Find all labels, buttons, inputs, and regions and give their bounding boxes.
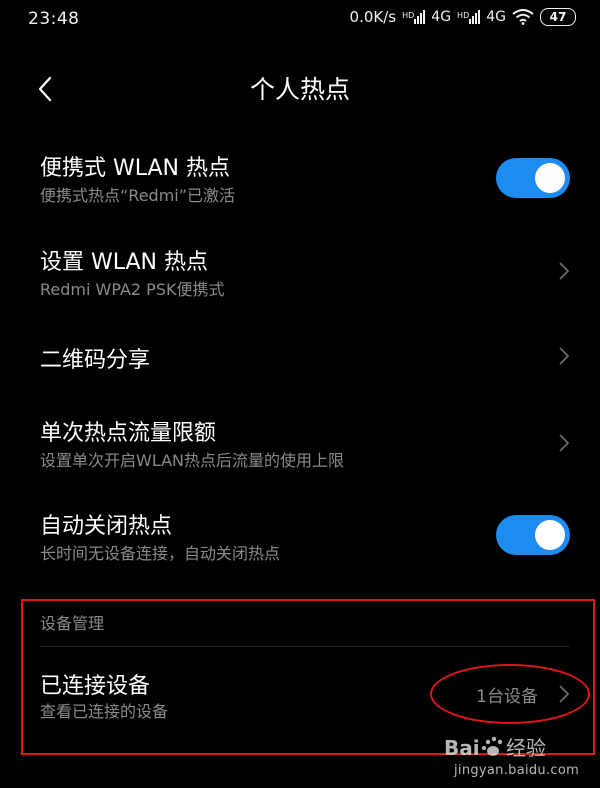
page-header: 个人热点: [0, 60, 600, 120]
auto-off-toggle[interactable]: [496, 515, 570, 555]
network-type-sim2: 4G: [486, 9, 506, 25]
setting-data-limit[interactable]: 单次热点流量限额 设置单次开启WLAN热点后流量的使用上限: [0, 405, 600, 485]
setting-title: 单次热点流量限额: [40, 421, 217, 446]
svg-text:经验: 经验: [506, 736, 546, 760]
toggle-knob: [535, 520, 565, 550]
setting-portable-hotspot[interactable]: 便携式 WLAN 热点 便携式热点“Redmi”已激活: [0, 140, 600, 220]
setting-subtitle: Redmi WPA2 PSK便携式: [40, 280, 225, 299]
setting-title: 便携式 WLAN 热点: [40, 156, 231, 181]
setting-subtitle: 长时间无设备连接，自动关闭热点: [40, 544, 281, 563]
signal-icon-sim2: HD: [457, 10, 481, 24]
toggle-knob: [535, 163, 565, 193]
setting-qr-share[interactable]: 二维码分享: [0, 328, 600, 388]
portable-hotspot-toggle[interactable]: [496, 158, 570, 198]
setting-subtitle: 设置单次开启WLAN热点后流量的使用上限: [40, 451, 345, 470]
setting-title: 设置 WLAN 热点: [40, 250, 209, 275]
svg-text:Bai: Bai: [444, 736, 480, 760]
setting-title: 自动关闭热点: [40, 514, 173, 539]
setting-configure-hotspot[interactable]: 设置 WLAN 热点 Redmi WPA2 PSK便携式: [0, 234, 600, 314]
chevron-right-icon: [559, 434, 570, 452]
hd-label-sim1: HD: [402, 11, 415, 20]
hd-label-sim2: HD: [457, 11, 470, 20]
page-title: 个人热点: [249, 75, 350, 104]
chevron-right-icon: [559, 262, 570, 280]
status-icons: 0.0K/s HD 4G HD 4G 47: [350, 8, 576, 26]
baidu-jingyan-logo: Bai 经验: [444, 736, 546, 760]
setting-auto-off[interactable]: 自动关闭热点 长时间无设备连接，自动关闭热点: [0, 498, 600, 578]
annotation-ellipse: [430, 664, 590, 724]
wifi-icon: [512, 9, 534, 25]
network-type-sim1: 4G: [431, 9, 452, 25]
baidu-watermark: Bai 经验 jingyan.baidu.com: [442, 733, 582, 781]
watermark-url: jingyan.baidu.com: [454, 763, 580, 778]
chevron-right-icon: [559, 347, 570, 365]
status-bar: 23:48 0.0K/s HD 4G HD 4G 47: [0, 0, 600, 38]
signal-icon-sim1: HD: [402, 10, 426, 24]
setting-subtitle: 便携式热点“Redmi”已激活: [40, 186, 236, 205]
setting-title: 二维码分享: [40, 348, 151, 373]
status-time: 23:48: [28, 9, 80, 29]
battery-icon: 47: [540, 8, 576, 26]
net-speed: 0.0K/s: [349, 8, 397, 26]
